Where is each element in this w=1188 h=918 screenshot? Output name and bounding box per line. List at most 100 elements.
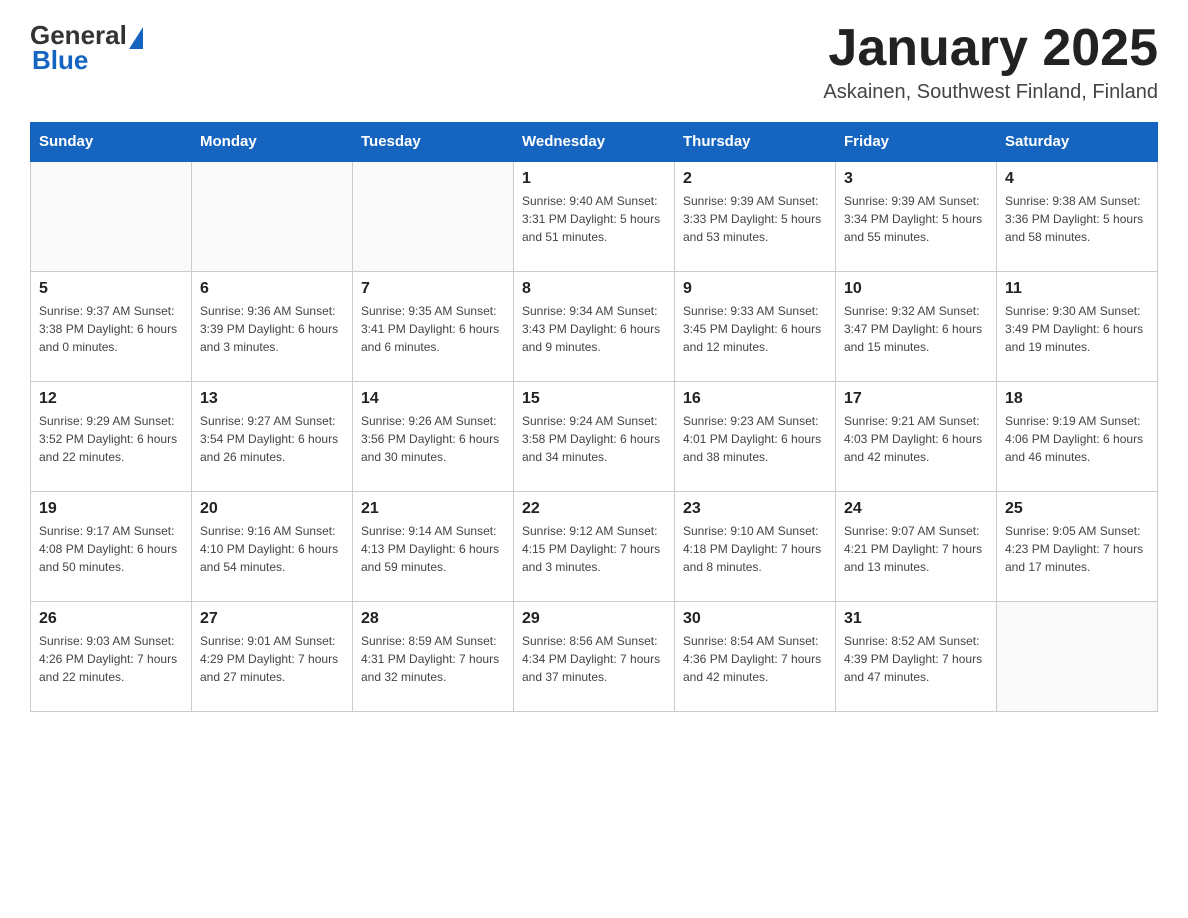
- day-number: 11: [1005, 280, 1149, 298]
- day-number: 13: [200, 390, 344, 408]
- calendar-table: Sunday Monday Tuesday Wednesday Thursday…: [30, 122, 1158, 712]
- calendar-cell: 15Sunrise: 9:24 AM Sunset: 3:58 PM Dayli…: [514, 381, 675, 491]
- day-info: Sunrise: 9:39 AM Sunset: 3:33 PM Dayligh…: [683, 192, 827, 246]
- day-number: 16: [683, 390, 827, 408]
- calendar-cell: 20 Sunrise: 9:16 AM Sunset: 4:10 PM Dayli…: [192, 491, 353, 601]
- day-info: Sunrise: 9:07 AM Sunset: 4:21 PM Dayligh…: [844, 522, 988, 576]
- day-info: Sunrise: 9:19 AM Sunset: 4:06 PM Dayligh…: [1005, 412, 1149, 466]
- day-number: 23: [683, 500, 827, 518]
- calendar-cell: 6 Sunrise: 9:36 AM Sunset: 3:39 PM Daylig…: [192, 271, 353, 381]
- day-info: Sunrise: 9:36 AM Sunset: 3:39 PM Dayligh…: [200, 302, 344, 356]
- day-info: Sunrise: 9:01 AM Sunset: 4:29 PM Dayligh…: [200, 632, 344, 686]
- day-info: Sunrise: 8:56 AM Sunset: 4:34 PM Dayligh…: [522, 632, 666, 686]
- day-number: 19: [39, 500, 183, 518]
- col-wednesday: Wednesday: [514, 123, 675, 162]
- day-number: 31: [844, 610, 988, 628]
- calendar-cell: 28 Sunrise: 8:59 AM Sunset: 4:31 PM Dayli…: [353, 601, 514, 711]
- calendar-week-3: 12 Sunrise: 9:29 AM Sunset: 3:52 PM Dayli…: [31, 381, 1158, 491]
- calendar-header: Sunday Monday Tuesday Wednesday Thursday…: [31, 123, 1158, 162]
- day-number: 30: [683, 610, 827, 628]
- calendar-cell: 8 Sunrise: 9:34 AM Sunset: 3:43 PM Daylig…: [514, 271, 675, 381]
- calendar-cell: 2 Sunrise: 9:39 AM Sunset: 3:33 PM Daylig…: [675, 161, 836, 271]
- calendar-cell: 25Sunrise: 9:05 AM Sunset: 4:23 PM Dayli…: [997, 491, 1158, 601]
- day-info: Sunrise: 8:54 AM Sunset: 4:36 PM Dayligh…: [683, 632, 827, 686]
- day-number: 12: [39, 390, 183, 408]
- col-sunday: Sunday: [31, 123, 192, 162]
- calendar-cell: 11Sunrise: 9:30 AM Sunset: 3:49 PM Dayli…: [997, 271, 1158, 381]
- day-info: Sunrise: 9:35 AM Sunset: 3:41 PM Dayligh…: [361, 302, 505, 356]
- calendar-cell: 31Sunrise: 8:52 AM Sunset: 4:39 PM Dayli…: [836, 601, 997, 711]
- page-header: General Blue January 2025 Askainen, Sout…: [30, 20, 1158, 104]
- day-number: 20: [200, 500, 344, 518]
- day-number: 1: [522, 170, 666, 188]
- day-info: Sunrise: 8:59 AM Sunset: 4:31 PM Dayligh…: [361, 632, 505, 686]
- calendar-cell: 27Sunrise: 9:01 AM Sunset: 4:29 PM Dayli…: [192, 601, 353, 711]
- day-number: 17: [844, 390, 988, 408]
- day-number: 14: [361, 390, 505, 408]
- day-number: 29: [522, 610, 666, 628]
- day-info: Sunrise: 9:14 AM Sunset: 4:13 PM Dayligh…: [361, 522, 505, 576]
- day-info: Sunrise: 9:10 AM Sunset: 4:18 PM Dayligh…: [683, 522, 827, 576]
- day-number: 10: [844, 280, 988, 298]
- page-title: January 2025: [823, 20, 1158, 77]
- calendar-cell: 13Sunrise: 9:27 AM Sunset: 3:54 PM Dayli…: [192, 381, 353, 491]
- day-info: Sunrise: 9:24 AM Sunset: 3:58 PM Dayligh…: [522, 412, 666, 466]
- day-info: Sunrise: 9:26 AM Sunset: 3:56 PM Dayligh…: [361, 412, 505, 466]
- day-info: Sunrise: 9:38 AM Sunset: 3:36 PM Dayligh…: [1005, 192, 1149, 246]
- day-number: 8: [522, 280, 666, 298]
- day-info: Sunrise: 9:33 AM Sunset: 3:45 PM Dayligh…: [683, 302, 827, 356]
- calendar-cell: 26 Sunrise: 9:03 AM Sunset: 4:26 PM Dayli…: [31, 601, 192, 711]
- day-number: 18: [1005, 390, 1149, 408]
- day-number: 7: [361, 280, 505, 298]
- day-number: 26: [39, 610, 183, 628]
- day-number: 3: [844, 170, 988, 188]
- calendar-cell: 1 Sunrise: 9:40 AM Sunset: 3:31 PM Daylig…: [514, 161, 675, 271]
- day-number: 22: [522, 500, 666, 518]
- calendar-cell: 29 Sunrise: 8:56 AM Sunset: 4:34 PM Dayli…: [514, 601, 675, 711]
- calendar-cell: 5Sunrise: 9:37 AM Sunset: 3:38 PM Daylig…: [31, 271, 192, 381]
- calendar-cell: 9 Sunrise: 9:33 AM Sunset: 3:45 PM Daylig…: [675, 271, 836, 381]
- day-info: Sunrise: 9:32 AM Sunset: 3:47 PM Dayligh…: [844, 302, 988, 356]
- col-tuesday: Tuesday: [353, 123, 514, 162]
- col-saturday: Saturday: [997, 123, 1158, 162]
- col-monday: Monday: [192, 123, 353, 162]
- day-info: Sunrise: 9:40 AM Sunset: 3:31 PM Dayligh…: [522, 192, 666, 246]
- logo-blue-text: Blue: [32, 45, 88, 76]
- calendar-week-1: 1 Sunrise: 9:40 AM Sunset: 3:31 PM Daylig…: [31, 161, 1158, 271]
- day-info: Sunrise: 9:05 AM Sunset: 4:23 PM Dayligh…: [1005, 522, 1149, 576]
- calendar-cell: 7 Sunrise: 9:35 AM Sunset: 3:41 PM Daylig…: [353, 271, 514, 381]
- calendar-cell: 12 Sunrise: 9:29 AM Sunset: 3:52 PM Dayli…: [31, 381, 192, 491]
- page-subtitle: Askainen, Southwest Finland, Finland: [823, 81, 1158, 104]
- day-info: Sunrise: 9:39 AM Sunset: 3:34 PM Dayligh…: [844, 192, 988, 246]
- day-info: Sunrise: 9:17 AM Sunset: 4:08 PM Dayligh…: [39, 522, 183, 576]
- day-info: Sunrise: 9:03 AM Sunset: 4:26 PM Dayligh…: [39, 632, 183, 686]
- calendar-cell: 4 Sunrise: 9:38 AM Sunset: 3:36 PM Daylig…: [997, 161, 1158, 271]
- calendar-cell: [997, 601, 1158, 711]
- calendar-cell: 18 Sunrise: 9:19 AM Sunset: 4:06 PM Dayli…: [997, 381, 1158, 491]
- day-number: 28: [361, 610, 505, 628]
- day-info: Sunrise: 9:23 AM Sunset: 4:01 PM Dayligh…: [683, 412, 827, 466]
- calendar-week-5: 26 Sunrise: 9:03 AM Sunset: 4:26 PM Dayli…: [31, 601, 1158, 711]
- logo: General Blue: [30, 20, 143, 76]
- day-number: 6: [200, 280, 344, 298]
- title-block: January 2025 Askainen, Southwest Finland…: [823, 20, 1158, 104]
- calendar-week-4: 19 Sunrise: 9:17 AM Sunset: 4:08 PM Dayli…: [31, 491, 1158, 601]
- day-info: Sunrise: 9:21 AM Sunset: 4:03 PM Dayligh…: [844, 412, 988, 466]
- calendar-cell: 23 Sunrise: 9:10 AM Sunset: 4:18 PM Dayli…: [675, 491, 836, 601]
- calendar-week-2: 5Sunrise: 9:37 AM Sunset: 3:38 PM Daylig…: [31, 271, 1158, 381]
- day-number: 9: [683, 280, 827, 298]
- calendar-cell: 3 Sunrise: 9:39 AM Sunset: 3:34 PM Daylig…: [836, 161, 997, 271]
- calendar-cell: 16 Sunrise: 9:23 AM Sunset: 4:01 PM Dayli…: [675, 381, 836, 491]
- calendar-body: 1 Sunrise: 9:40 AM Sunset: 3:31 PM Daylig…: [31, 161, 1158, 711]
- day-info: Sunrise: 9:16 AM Sunset: 4:10 PM Dayligh…: [200, 522, 344, 576]
- calendar-cell: 22 Sunrise: 9:12 AM Sunset: 4:15 PM Dayli…: [514, 491, 675, 601]
- day-info: Sunrise: 9:34 AM Sunset: 3:43 PM Dayligh…: [522, 302, 666, 356]
- header-row: Sunday Monday Tuesday Wednesday Thursday…: [31, 123, 1158, 162]
- calendar-cell: [353, 161, 514, 271]
- day-number: 2: [683, 170, 827, 188]
- day-info: Sunrise: 9:29 AM Sunset: 3:52 PM Dayligh…: [39, 412, 183, 466]
- calendar-cell: [31, 161, 192, 271]
- day-info: Sunrise: 9:12 AM Sunset: 4:15 PM Dayligh…: [522, 522, 666, 576]
- calendar-cell: 10 Sunrise: 9:32 AM Sunset: 3:47 PM Dayli…: [836, 271, 997, 381]
- day-number: 4: [1005, 170, 1149, 188]
